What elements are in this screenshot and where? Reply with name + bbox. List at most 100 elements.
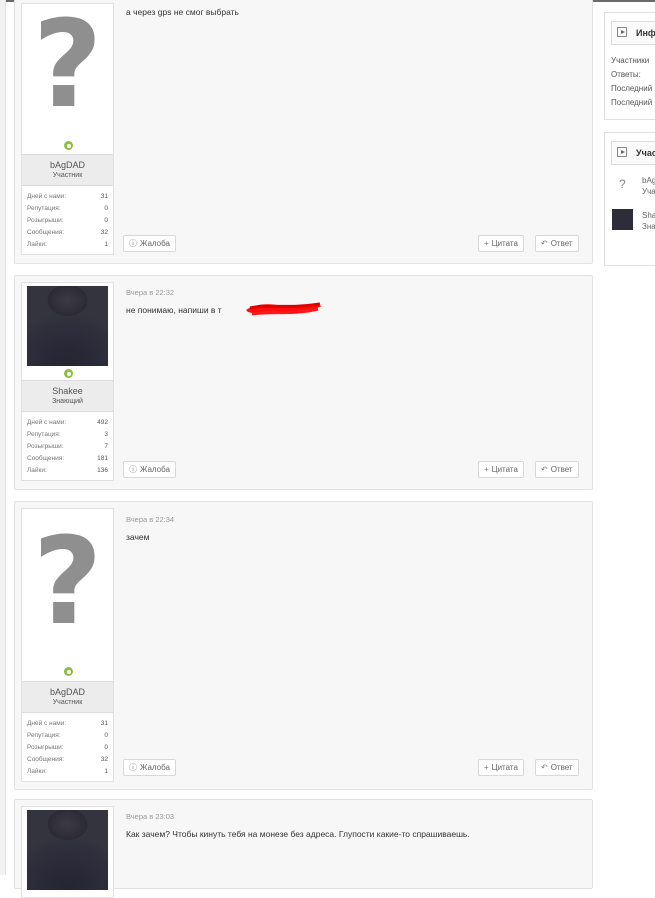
participant-role: Уча — [642, 187, 655, 196]
online-status-icon — [64, 667, 73, 676]
reply-button[interactable]: ↶ Ответ — [535, 759, 579, 776]
username-link[interactable]: bAgDAD — [22, 686, 113, 698]
post-message: а через gps не смог выбрать — [126, 7, 239, 17]
stat-row: Репутация: 3 — [27, 429, 108, 441]
default-avatar-icon: ? — [32, 513, 103, 652]
stat-label: Репутация: — [27, 205, 61, 212]
online-status-icon — [64, 141, 73, 150]
info-line: Участники — [611, 56, 650, 65]
stat-value: 136 — [97, 467, 108, 474]
reply-button[interactable]: ↶ Ответ — [535, 461, 579, 478]
stat-label: Сообщения: — [27, 455, 65, 462]
participant-name: bAg — [642, 176, 655, 185]
post-message: зачем — [126, 532, 150, 542]
participants-widget: Учас ? bAg Уча Sha Зна — [604, 132, 655, 266]
online-status-icon — [64, 369, 73, 378]
stat-label: Розыгрыши: — [27, 217, 64, 224]
stat-row: Сообщения: 181 — [27, 453, 108, 465]
stat-row: Дней с нами: 31 — [27, 718, 108, 730]
reply-icon: ↶ — [541, 239, 548, 248]
stat-value: 32 — [100, 756, 108, 763]
stat-row: Розыгрыши: 0 — [27, 215, 108, 227]
warning-icon: ⓘ — [129, 465, 137, 474]
stat-label: Дней с нами: — [27, 193, 67, 200]
left-rail — [0, 0, 6, 875]
user-role: Знающий — [52, 398, 83, 405]
stat-value: 31 — [100, 720, 108, 727]
participant-avatar[interactable] — [612, 209, 633, 230]
participant-entry[interactable]: Sha Зна — [642, 210, 655, 232]
warning-icon: ⓘ — [129, 763, 137, 772]
report-label: Жалоба — [140, 465, 170, 474]
stat-label: Дней с нами: — [27, 419, 67, 426]
report-label: Жалоба — [140, 239, 170, 248]
avatar[interactable] — [22, 807, 113, 897]
plus-icon: + — [484, 763, 489, 772]
avatar[interactable]: ? — [22, 0, 113, 154]
stat-row: Лайки: 1 — [27, 766, 108, 778]
stat-value: 0 — [104, 217, 108, 224]
stat-label: Лайки: — [27, 467, 47, 474]
username-link[interactable]: Shakee — [22, 385, 113, 397]
widget-title: Инф — [636, 28, 655, 38]
info-line: Ответы: — [611, 70, 641, 79]
quote-button[interactable]: + Цитата — [478, 461, 524, 478]
post-1: ? bAgDAD Участник Дней с нами: 31 Репутац… — [14, 0, 593, 264]
post-message: Как зачем? Чтобы кинуть тебя на монезе б… — [126, 829, 470, 839]
report-button[interactable]: ⓘ Жалоба — [123, 759, 176, 776]
stat-row: Сообщения: 32 — [27, 227, 108, 239]
user-name-box: bAgDAD Участник — [22, 681, 113, 713]
user-card: ? bAgDAD Участник Дней с нами: 31 Репутац… — [21, 508, 114, 782]
stat-row: Сообщения: 32 — [27, 754, 108, 766]
participant-entry[interactable]: bAg Уча — [642, 175, 655, 197]
stat-row: Дней с нами: 492 — [27, 417, 108, 429]
stat-row: Лайки: 136 — [27, 465, 108, 477]
user-name-box: bAgDAD Участник — [22, 154, 113, 186]
plus-icon: + — [484, 465, 489, 474]
participant-name: Sha — [642, 211, 655, 220]
plus-icon: + — [484, 239, 489, 248]
post-date-link[interactable]: Вчера в 22:32 — [126, 288, 174, 297]
report-button[interactable]: ⓘ Жалоба — [123, 461, 176, 478]
reply-button[interactable]: ↶ Ответ — [535, 235, 579, 252]
user-photo — [27, 810, 108, 890]
avatar[interactable] — [22, 283, 113, 380]
stat-row: Репутация: 0 — [27, 203, 108, 215]
username-link[interactable]: bAgDAD — [22, 159, 113, 171]
widget-header[interactable]: Учас — [611, 141, 655, 165]
participant-role: Зна — [642, 222, 655, 231]
reply-label: Ответ — [550, 763, 573, 772]
quote-button[interactable]: + Цитата — [478, 759, 524, 776]
stat-row: Дней с нами: 31 — [27, 191, 108, 203]
info-line: Последний — [611, 84, 653, 93]
stat-value: 1 — [104, 241, 108, 248]
user-name-box: Shakee Знающий — [22, 380, 113, 412]
warning-icon: ⓘ — [129, 239, 137, 248]
default-avatar-icon: ? — [619, 177, 626, 191]
info-line: Последний — [611, 98, 653, 107]
thread-info-widget: Инф Участники Ответы: Последний Последни… — [604, 12, 655, 120]
reply-label: Ответ — [550, 239, 573, 248]
widget-header[interactable]: Инф — [611, 21, 655, 45]
stat-row: Репутация: 0 — [27, 730, 108, 742]
stat-value: 492 — [97, 419, 108, 426]
quote-label: Цитата — [491, 763, 518, 772]
stat-label: Репутация: — [27, 732, 61, 739]
report-button[interactable]: ⓘ Жалоба — [123, 235, 176, 252]
toggle-icon — [617, 147, 627, 157]
redaction-scribble — [246, 302, 322, 316]
stat-label: Лайки: — [27, 241, 47, 248]
quote-button[interactable]: + Цитата — [478, 235, 524, 252]
stat-value: 3 — [104, 431, 108, 438]
user-stats: Дней с нами: 492 Репутация: 3 Розыгрыши: 7 … — [22, 412, 113, 480]
user-card: ? bAgDAD Участник Дней с нами: 31 Репутац… — [21, 0, 114, 255]
post-date-link[interactable]: Вчера в 23:03 — [126, 812, 174, 821]
widget-title: Учас — [636, 148, 655, 158]
reply-label: Ответ — [550, 465, 573, 474]
stat-value: 0 — [104, 205, 108, 212]
stat-label: Розыгрыши: — [27, 443, 64, 450]
reply-icon: ↶ — [541, 465, 548, 474]
stat-label: Лайки: — [27, 768, 47, 775]
avatar[interactable]: ? — [22, 509, 113, 681]
post-date-link[interactable]: Вчера в 22:34 — [126, 515, 174, 524]
